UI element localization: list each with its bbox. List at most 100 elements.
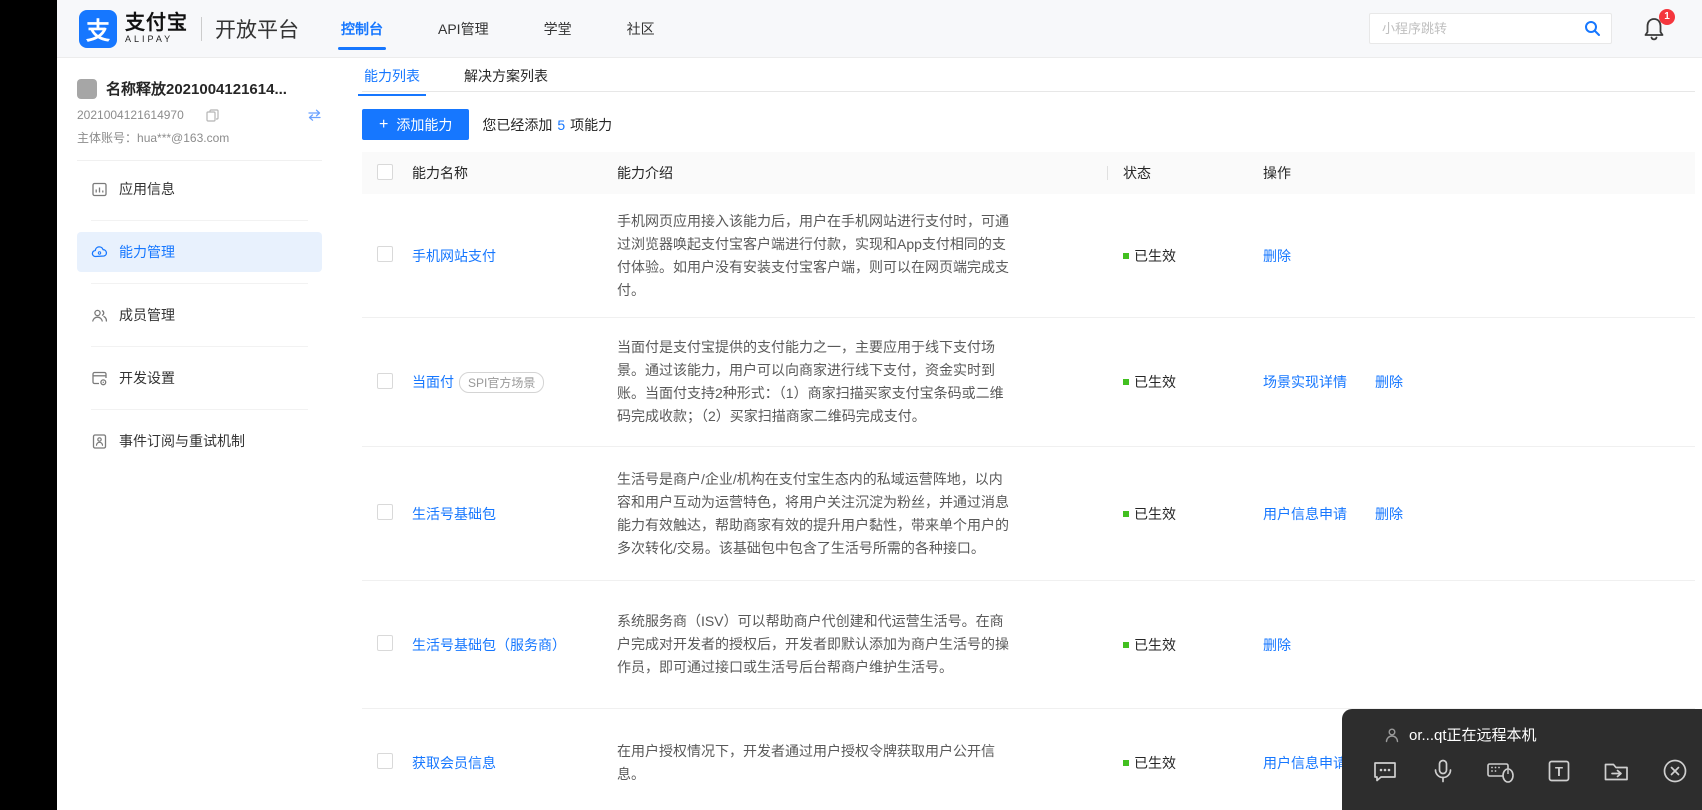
alipay-logo-icon: 支 [79, 9, 117, 48]
divider [91, 346, 308, 347]
row-checkbox[interactable] [377, 372, 393, 389]
action-link[interactable]: 删除 [1375, 504, 1403, 524]
dev-settings-icon [91, 370, 108, 387]
file-transfer-icon[interactable] [1602, 756, 1632, 786]
capability-description: 在用户授权情况下，开发者通过用户授权令牌获取用户公开信息。 [617, 742, 995, 782]
brand: 支付宝 ALIPAY [125, 13, 188, 44]
sidebar-item-members[interactable]: 成员管理 [77, 295, 322, 335]
close-icon[interactable] [1660, 756, 1690, 786]
sidebar-item-label: 事件订阅与重试机制 [119, 433, 245, 449]
event-subscription-icon [91, 433, 108, 450]
tab-bar: 能力列表 解决方案列表 [358, 58, 1695, 96]
capability-description: 当面付是支付宝提供的支付能力之一，主要应用于线下支付场景。通过该能力，用户可以向… [617, 339, 1004, 424]
column-header-description: 能力介绍 [617, 165, 673, 181]
divider [91, 409, 308, 410]
row-actions: 删除 [1263, 246, 1695, 266]
nav-item-console[interactable]: 控制台 [338, 13, 386, 50]
account-row: 主体账号：hua***@163.com [77, 129, 322, 146]
status-text: 已生效 [1134, 754, 1176, 771]
status-text: 已生效 [1134, 505, 1176, 522]
search-icon[interactable] [1584, 20, 1601, 37]
capability-description: 生活号是商户/企业/机构在支付宝生态内的私域运营阵地，以内容和用户互动为运营特色… [617, 470, 1009, 556]
action-link[interactable]: 用户信息申请 [1263, 504, 1347, 524]
row-actions: 场景实现详情 删除 [1263, 372, 1695, 392]
status-dot-icon [1123, 252, 1129, 259]
app-name: 名称释放2021004121614... [106, 81, 287, 98]
account-value: hua***@163.com [137, 131, 230, 145]
remote-session-title: or...qt正在远程本机 [1409, 727, 1537, 744]
plus-icon: + [379, 115, 389, 133]
nav-item-school[interactable]: 学堂 [544, 13, 572, 45]
action-link[interactable]: 场景实现详情 [1263, 372, 1347, 392]
capability-description: 手机网页应用接入该能力后，用户在手机网站进行支付时，可通过浏览器唤起支付宝客户端… [617, 212, 1009, 298]
table-row: 手机网站支付 手机网页应用接入该能力后，用户在手机网站进行支付时，可通过浏览器唤… [362, 194, 1695, 318]
capability-description: 系统服务商（ISV）可以帮助商户代创建和代运营生活号。在商户完成对开发者的授权后… [617, 613, 1009, 675]
microphone-icon[interactable] [1428, 756, 1458, 786]
add-capability-button[interactable]: + 添加能力 [362, 109, 470, 140]
sidebar-item-label: 成员管理 [119, 307, 175, 323]
capability-name-link[interactable]: 获取会员信息 [412, 753, 496, 773]
column-header-status: 状态 [1107, 163, 1263, 183]
status-text: 已生效 [1134, 636, 1176, 653]
table-header: 能力名称 能力介绍 状态 操作 [362, 152, 1695, 194]
members-icon [91, 307, 108, 324]
action-link[interactable]: 删除 [1263, 246, 1291, 266]
row-actions: 删除 [1263, 635, 1695, 655]
copy-icon[interactable] [206, 108, 219, 122]
account-label: 主体账号： [77, 131, 138, 145]
nav-item-community[interactable]: 社区 [627, 13, 655, 45]
status-dot-icon [1123, 641, 1129, 648]
select-all-checkbox[interactable] [377, 163, 393, 180]
nav-item-api[interactable]: API管理 [438, 13, 489, 45]
status-dot-icon [1123, 510, 1129, 517]
sidebar-item-event-subscription[interactable]: 事件订阅与重试机制 [77, 421, 322, 461]
chat-icon[interactable] [1370, 756, 1400, 786]
toolbar: + 添加能力 您已经添加 5 项能力 [362, 109, 1695, 140]
capability-name-link[interactable]: 生活号基础包（服务商） [412, 635, 566, 655]
status-text: 已生效 [1134, 374, 1176, 390]
app-id: 2021004121614970 [77, 108, 184, 122]
divider [91, 283, 308, 284]
divider [77, 160, 322, 161]
main-content: 能力列表 解决方案列表 + 添加能力 您已经添加 5 项能力 能力名称 能力介绍 状… [340, 58, 1702, 810]
search-input[interactable] [1380, 20, 1584, 37]
row-actions: 用户信息申请 删除 [1263, 504, 1695, 524]
app-avatar [77, 78, 97, 99]
row-checkbox[interactable] [377, 504, 393, 520]
switch-app-icon[interactable] [307, 109, 322, 121]
capability-name-link[interactable]: 当面付 [412, 372, 454, 392]
tab-capability-list[interactable]: 能力列表 [358, 58, 426, 96]
screen: 支 支付宝 ALIPAY 开放平台 控制台 API管理 学堂 社区 1 [0, 0, 1702, 810]
capability-name-link[interactable]: 手机网站支付 [412, 246, 496, 266]
column-header-actions: 操作 [1263, 165, 1291, 181]
sidebar: 名称释放2021004121614... 2021004121614970 主体… [57, 58, 340, 810]
sidebar-item-app-info[interactable]: 应用信息 [77, 169, 322, 209]
notification-bell[interactable]: 1 [1642, 8, 1675, 42]
row-checkbox[interactable] [377, 635, 393, 651]
top-bar: 支 支付宝 ALIPAY 开放平台 控制台 API管理 学堂 社区 1 [57, 0, 1702, 58]
app-info-icon [91, 181, 108, 198]
row-checkbox[interactable] [377, 246, 393, 262]
tab-solution-list[interactable]: 解决方案列表 [462, 58, 550, 95]
action-link[interactable]: 用户信息申请 [1263, 753, 1347, 773]
row-checkbox[interactable] [377, 753, 393, 769]
status-text: 已生效 [1134, 247, 1176, 264]
capability-name-link[interactable]: 生活号基础包 [412, 504, 496, 524]
search-box[interactable] [1369, 13, 1612, 44]
column-header-name: 能力名称 [412, 165, 468, 181]
left-black-bar [0, 0, 57, 810]
svg-text:T: T [1555, 764, 1563, 779]
sidebar-item-capability[interactable]: 能力管理 [77, 232, 322, 272]
capability-tag: SPI官方场景 [459, 371, 545, 393]
text-tool-icon[interactable]: T [1544, 756, 1574, 786]
sidebar-item-label: 能力管理 [119, 244, 175, 260]
sidebar-item-dev-settings[interactable]: 开发设置 [77, 358, 322, 398]
capability-icon [91, 244, 108, 261]
sidebar-item-label: 应用信息 [119, 181, 175, 197]
action-link[interactable]: 删除 [1263, 635, 1291, 655]
status-dot-icon [1123, 379, 1129, 385]
added-count-text: 您已经添加 5 项能力 [482, 116, 613, 133]
keyboard-mouse-icon[interactable] [1486, 756, 1516, 786]
action-link[interactable]: 删除 [1375, 372, 1403, 392]
table-row: 生活号基础包（服务商） 系统服务商（ISV）可以帮助商户代创建和代运营生活号。在… [362, 581, 1695, 709]
